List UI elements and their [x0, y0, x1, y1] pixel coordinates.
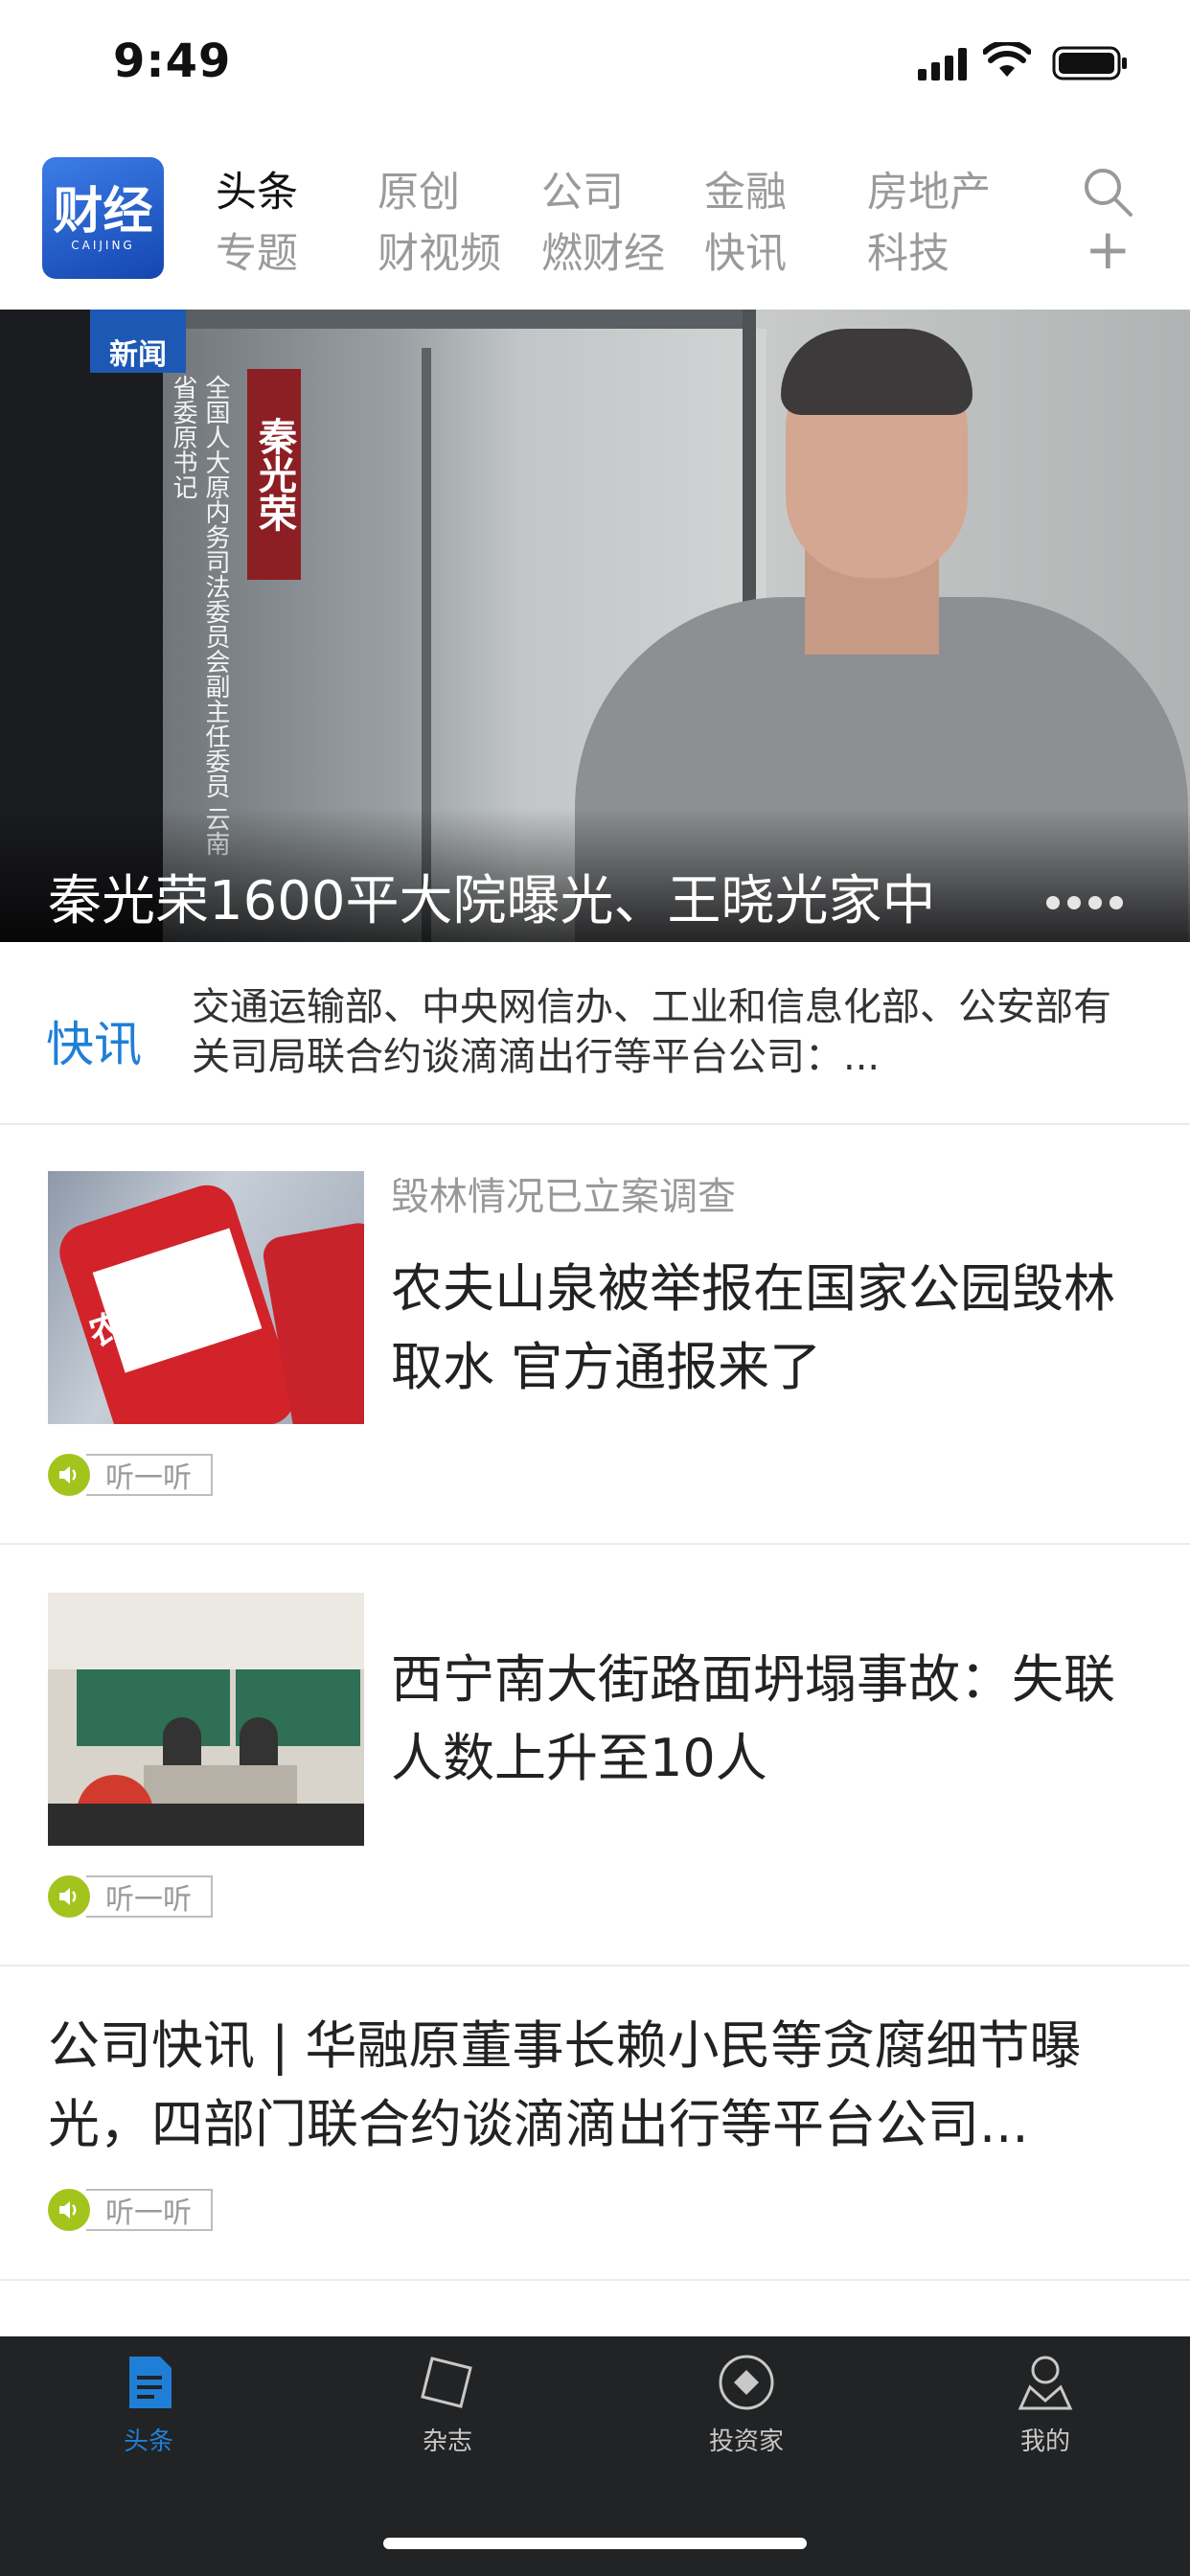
- logo-subtext: CAIJING: [71, 238, 135, 252]
- listen-button[interactable]: 听一听: [48, 2189, 213, 2231]
- divider: [0, 2279, 1190, 2281]
- cellular-signal-icon: [918, 48, 967, 80]
- hero-banner[interactable]: 新闻 秦光荣 全国人大原内务司法委员会副主任委员 云南省委原书记 秦光荣1600…: [0, 310, 1190, 942]
- carousel-dot: [1110, 896, 1123, 909]
- hero-name-tag: 秦光荣: [247, 369, 301, 580]
- tab-toutiao[interactable]: 头条: [216, 159, 298, 218]
- carousel-dots: [1046, 896, 1123, 909]
- hero-caption: 全国人大原内务司法委员会副主任委员 云南省委原书记: [169, 375, 230, 857]
- logo-text: 财经: [53, 182, 153, 241]
- search-icon[interactable]: [1081, 165, 1134, 218]
- investor-icon: [719, 2355, 774, 2410]
- news-doc-icon: [129, 2357, 172, 2408]
- carousel-dot: [1046, 896, 1060, 909]
- news-headline: 农夫山泉被举报在国家公园毁林取水 官方通报来了: [391, 1258, 1115, 1397]
- flash-label: 快讯: [46, 1017, 142, 1072]
- home-indicator: [383, 2538, 807, 2549]
- tab-gongsi[interactable]: 公司: [541, 159, 624, 218]
- flash-text[interactable]: 交通运输部、中央网信办、工业和信息化部、公安部有关司局联合约谈滴滴出行等平台公司…: [192, 982, 1140, 1082]
- carousel-dot: [1088, 896, 1102, 909]
- thumb-wall: [48, 1593, 364, 1669]
- news-headline: 公司快讯 | 华融原董事长赖小民等贪腐细节曝光，四部门联合约谈滴滴出行等平台公司…: [48, 2015, 1082, 2154]
- tab-kuaixun[interactable]: 快讯: [704, 220, 787, 280]
- listen-button[interactable]: 听一听: [48, 1875, 213, 1918]
- tab-yuanchuang[interactable]: 原创: [378, 159, 460, 218]
- listen-button[interactable]: 听一听: [48, 1454, 213, 1496]
- tab-zhuanti[interactable]: 专题: [216, 220, 298, 280]
- tab-rancaijing[interactable]: 燃财经: [541, 220, 665, 280]
- app-logo[interactable]: 财经 CAIJING: [42, 157, 164, 279]
- tabbar-item-wode[interactable]: 我的: [950, 2353, 1141, 2457]
- tabbar-label: 杂志: [422, 2427, 472, 2456]
- tab-keji[interactable]: 科技: [867, 220, 950, 280]
- tab-caishipin[interactable]: 财视频: [378, 220, 501, 280]
- news-thumbnail: 农夫山泉: [48, 1171, 364, 1424]
- magazine-icon: [421, 2357, 472, 2408]
- carousel-dot: [1067, 896, 1081, 909]
- add-channel-icon[interactable]: +: [1085, 221, 1132, 277]
- thumb-board: [77, 1669, 230, 1746]
- tabbar-label: 头条: [123, 2427, 173, 2456]
- news-subtitle: 毁林情况已立案调查: [391, 1175, 736, 1219]
- news-thumbnail: [48, 1593, 364, 1846]
- battery-icon: [1052, 46, 1127, 80]
- wifi-icon: [983, 42, 1031, 77]
- tab-fangdichan[interactable]: 房地产: [867, 159, 991, 218]
- tab-jinrong[interactable]: 金融: [704, 159, 787, 218]
- tabbar-label: 我的: [1019, 2427, 1070, 2456]
- speaker-icon: [48, 1875, 90, 1918]
- listen-label: 听一听: [86, 1454, 213, 1496]
- profile-icon: [1018, 2356, 1073, 2410]
- tabbar-item-toutiao[interactable]: 头条: [53, 2353, 244, 2457]
- hero-news-logo: 新闻: [90, 310, 186, 373]
- listen-label: 听一听: [86, 1875, 213, 1918]
- tabbar-item-touzijia[interactable]: 投资家: [651, 2353, 842, 2457]
- thumb-audience: [48, 1804, 364, 1846]
- speaker-icon: [48, 1454, 90, 1496]
- hero-title: 秦光荣1600平大院曝光、王晓光家中: [48, 870, 936, 932]
- tabbar-item-zazhi[interactable]: 杂志: [352, 2353, 543, 2457]
- hero-person-hair: [781, 329, 973, 415]
- listen-label: 听一听: [86, 2189, 213, 2231]
- speaker-icon: [48, 2189, 90, 2231]
- tabbar-label: 投资家: [708, 2427, 784, 2456]
- news-headline: 西宁南大街路面坍塌事故：失联人数上升至10人: [391, 1649, 1115, 1788]
- status-time: 9:49: [113, 34, 232, 88]
